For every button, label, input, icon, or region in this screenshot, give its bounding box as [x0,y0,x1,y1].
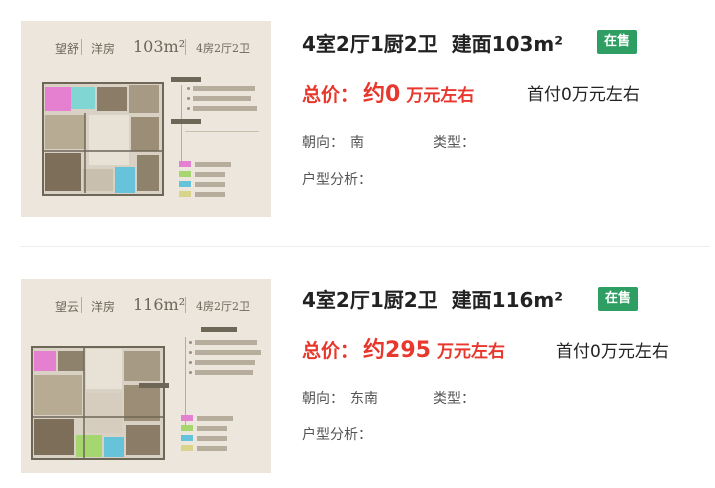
area-text: 建面103m² [451,32,564,56]
floor-plan-image[interactable]: 望舒 洋房 103m² 4房2厅2卫 [21,21,271,217]
floor-plan-rooms: 4房2厅2卫 [196,42,250,55]
price-label: 总价： [302,84,360,106]
price-value: 约0 [363,82,401,107]
price-row: 总价： 约0 万元左右 [302,76,475,107]
down-payment: 首付0万元左右 [527,85,640,105]
type-field: 类型： [433,388,481,408]
orientation-field: 朝向： 东南 [302,388,378,408]
type-label: 类型： [433,391,475,407]
listing-title[interactable]: 4室2厅1厨2卫 建面116m² [302,284,563,313]
price-unit: 万元左右 [436,342,505,362]
type-label: 类型： [433,135,475,151]
analysis-label: 户型分析： [302,172,372,188]
orientation-label: 朝向： [302,135,344,151]
floor-plan-rooms: 4房2厅2卫 [196,300,250,313]
floor-plan-name: 望云 [55,300,80,314]
listing-card[interactable]: 望舒 洋房 103m² 4房2厅2卫 4室2厅1厨2卫 建面103m² 在售 总… [0,0,715,230]
type-field: 类型： [433,132,481,152]
floor-plan-area: 103m² [133,37,186,56]
price-value: 约295 [363,338,431,363]
floor-plan-area: 116m² [133,295,186,314]
down-payment: 首付0万元左右 [556,342,669,362]
floor-plan-header: 望云 洋房 116m² 4房2厅2卫 [21,295,271,317]
orientation-value: 南 [350,135,364,151]
floor-plan-drawing [42,82,164,196]
floor-plan-image[interactable]: 望云 洋房 116m² 4房2厅2卫 [21,279,271,473]
price-label: 总价： [302,340,360,362]
orientation-label: 朝向： [302,391,344,407]
floor-plan-type: 洋房 [91,42,116,56]
listing-title[interactable]: 4室2厅1厨2卫 建面103m² [302,28,563,57]
floor-plan-header: 望舒 洋房 103m² 4房2厅2卫 [21,37,271,59]
layout-text: 4室2厅1厨2卫 [302,32,438,56]
floor-plan-drawing [31,346,165,460]
status-badge: 在售 [597,30,638,54]
status-badge: 在售 [598,287,639,311]
analysis-field: 户型分析： [302,424,378,444]
layout-text: 4室2厅1厨2卫 [302,288,438,312]
listing-card[interactable]: 望云 洋房 116m² 4房2厅2卫 4室2厅1厨2卫 建面116m² 在售 总… [0,258,715,488]
area-text: 建面116m² [451,288,564,312]
orientation-value: 东南 [350,391,378,407]
price-row: 总价： 约295 万元左右 [302,332,505,363]
analysis-field: 户型分析： [302,169,378,189]
divider [20,246,710,247]
analysis-label: 户型分析： [302,427,372,443]
price-unit: 万元左右 [406,86,475,106]
floor-plan-type: 洋房 [91,300,116,314]
orientation-field: 朝向： 南 [302,132,364,152]
floor-plan-name: 望舒 [55,42,80,56]
